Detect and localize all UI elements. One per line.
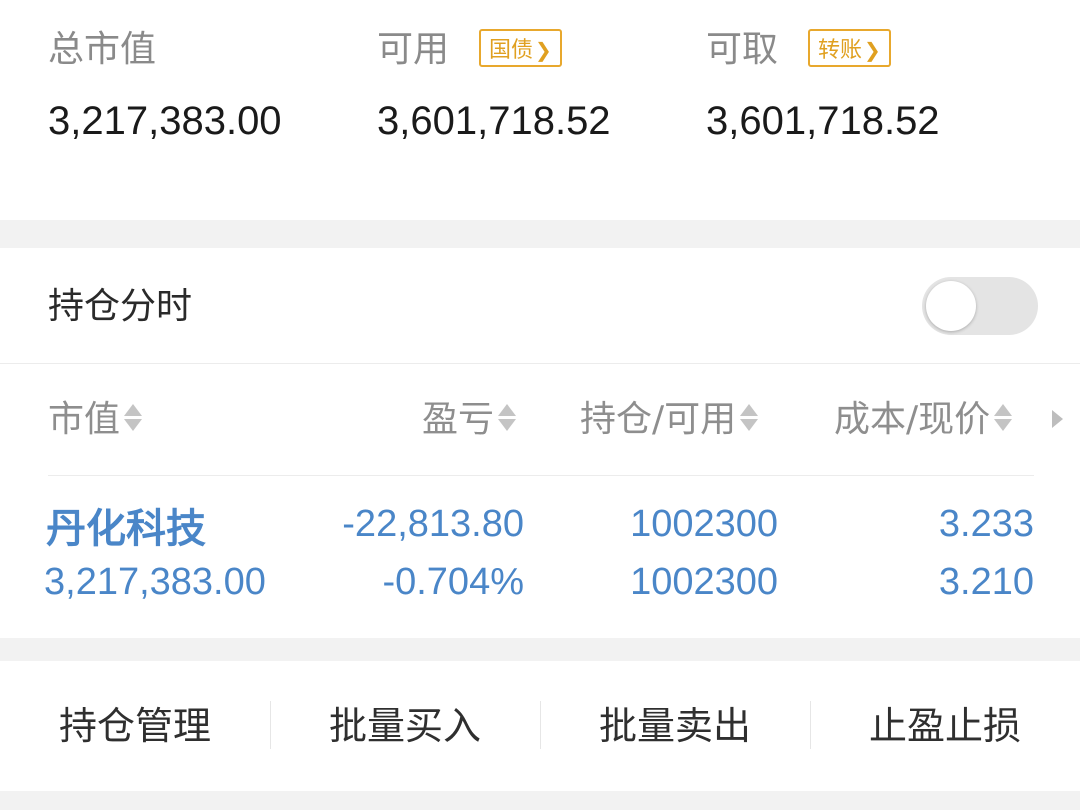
row-market-value: 3,217,383.00 bbox=[44, 561, 266, 603]
row-current-price: 3.210 bbox=[938, 561, 1034, 603]
column-header-cost-price[interactable]: 成本/现价 bbox=[834, 395, 1013, 445]
chevron-right-icon: ❯ bbox=[535, 38, 552, 62]
row-available: 1002300 bbox=[630, 561, 778, 603]
holdings-intraday-title: 持仓分时 bbox=[48, 286, 193, 327]
batch-sell-button[interactable]: 批量卖出 bbox=[540, 661, 810, 791]
column-header-position[interactable]: 持仓/可用 bbox=[580, 395, 759, 445]
column-header-label: 盈亏 bbox=[422, 399, 495, 440]
column-header-pnl[interactable]: 盈亏 bbox=[422, 395, 517, 445]
row-position: 1002300 bbox=[630, 503, 778, 545]
position-management-button[interactable]: 持仓管理 bbox=[0, 661, 270, 791]
total-market-value: 3,217,383.00 bbox=[48, 99, 282, 143]
treasury-bond-label: 国债 bbox=[489, 38, 534, 63]
account-summary: 总市值 3,217,383.00 可用 国债 ❯ 3,601,718.52 可取 … bbox=[0, 0, 1080, 220]
toggle-knob bbox=[926, 281, 976, 331]
take-profit-stop-loss-button[interactable]: 止盈止损 bbox=[810, 661, 1080, 791]
row-pnl-percent: -0.704% bbox=[382, 561, 524, 603]
holdings-section: 持仓分时 市值 盈亏 持仓/可用 成本/现价 丹化科技 3,217,383.00… bbox=[0, 248, 1080, 638]
divider bbox=[0, 363, 1080, 364]
sort-icon bbox=[740, 403, 759, 433]
transfer-label: 转账 bbox=[818, 38, 863, 63]
chevron-right-icon: ❯ bbox=[864, 38, 881, 62]
row-pnl: -22,813.80 bbox=[342, 503, 524, 545]
total-market-value-label: 总市值 bbox=[48, 29, 157, 70]
holdings-intraday-toggle[interactable] bbox=[922, 277, 1038, 335]
transfer-button[interactable]: 转账 ❯ bbox=[808, 29, 891, 67]
column-header-market-value[interactable]: 市值 bbox=[48, 395, 143, 445]
column-header-label: 持仓/可用 bbox=[580, 399, 737, 440]
sort-icon bbox=[498, 403, 517, 433]
sort-icon bbox=[124, 403, 143, 433]
withdrawable-funds-value: 3,601,718.52 bbox=[706, 99, 940, 143]
available-funds-value: 3,601,718.52 bbox=[377, 99, 611, 143]
sort-icon bbox=[994, 403, 1013, 433]
column-header-label: 成本/现价 bbox=[834, 399, 991, 440]
row-cost: 3.233 bbox=[938, 503, 1034, 545]
action-bar: 持仓管理 批量买入 批量卖出 止盈止损 bbox=[0, 661, 1080, 791]
withdrawable-funds-label: 可取 bbox=[706, 29, 779, 70]
scroll-columns-right-icon[interactable] bbox=[1052, 410, 1063, 428]
divider bbox=[48, 475, 1034, 476]
treasury-bond-button[interactable]: 国债 ❯ bbox=[479, 29, 562, 67]
stock-name: 丹化科技 bbox=[46, 506, 206, 552]
available-funds-label: 可用 bbox=[377, 29, 450, 70]
batch-buy-button[interactable]: 批量买入 bbox=[270, 661, 540, 791]
column-header-label: 市值 bbox=[48, 399, 121, 440]
